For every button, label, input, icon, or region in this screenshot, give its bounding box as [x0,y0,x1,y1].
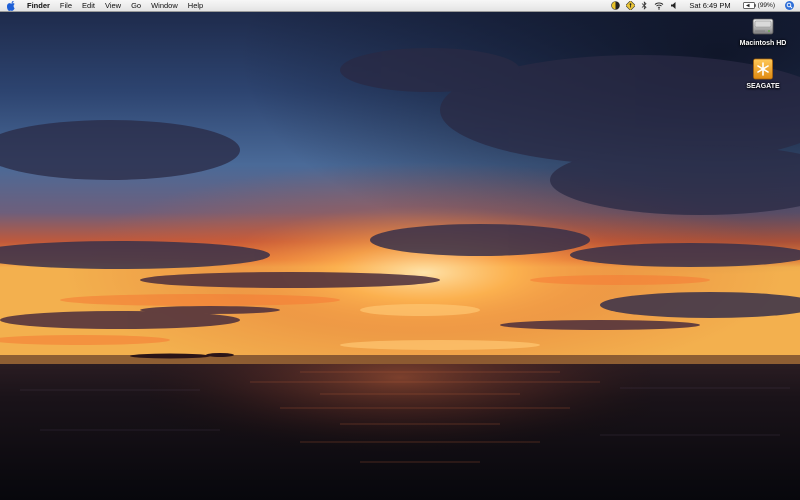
sync-icon[interactable] [611,0,621,11]
spotlight-search-icon[interactable] [785,1,794,10]
external-drive-icon [753,58,773,80]
hard-drive-icon [752,18,774,35]
menu-view[interactable]: View [100,0,126,11]
battery-percentage[interactable]: (99%) [758,2,775,9]
menu-bar: Finder File Edit View Go Window Help Sat… [0,0,800,12]
menu-file[interactable]: File [55,0,77,11]
macintosh-hd-desktop-icon[interactable]: Macintosh HD [733,14,793,47]
menu-window[interactable]: Window [146,0,183,11]
menu-go[interactable]: Go [126,0,146,11]
seagate-desktop-icon[interactable]: SEAGATE [733,57,793,90]
seagate-label: SEAGATE [746,83,780,90]
volume-icon[interactable] [670,0,677,11]
bluetooth-icon[interactable] [641,0,648,11]
accessibility-icon[interactable] [626,0,636,11]
menu-finder[interactable]: Finder [22,0,55,11]
clock-display[interactable]: Sat 6:49 PM [689,1,730,10]
desktop-wallpaper [0,0,800,500]
menu-extras: Sat 6:49 PM (99%) [605,0,800,11]
menu-edit[interactable]: Edit [77,0,100,11]
macintosh-hd-label: Macintosh HD [739,40,787,47]
apple-logo-icon[interactable] [0,0,22,11]
wifi-icon[interactable] [654,0,664,11]
desktop[interactable]: Finder File Edit View Go Window Help Sat… [0,0,800,500]
menu-help[interactable]: Help [183,0,208,11]
battery-icon[interactable] [742,0,756,11]
